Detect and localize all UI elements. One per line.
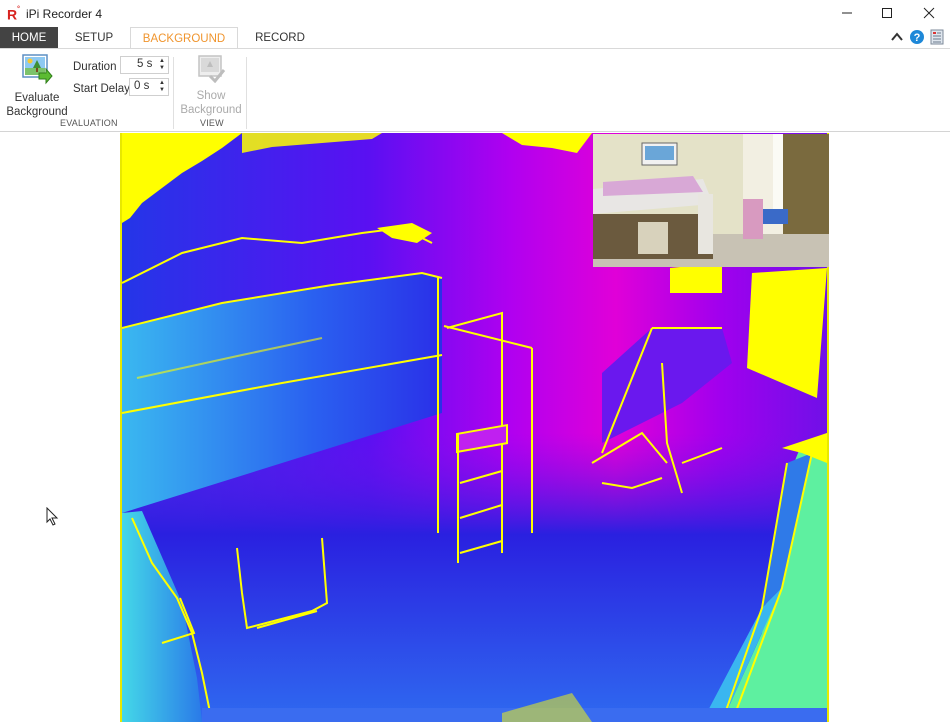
- evaluate-label-line1: Evaluate: [14, 92, 60, 104]
- evaluate-background-icon: [22, 54, 53, 85]
- arrow-cursor-icon: [46, 506, 59, 526]
- minimize-icon: [842, 12, 852, 14]
- close-icon: [923, 7, 935, 19]
- ribbon-tabs: HOME SETUP BACKGROUND RECORD ?: [0, 27, 950, 50]
- log-icon[interactable]: [930, 29, 944, 45]
- maximize-button[interactable]: [866, 0, 908, 26]
- show-label-line1: Show: [196, 90, 226, 102]
- tab-background[interactable]: BACKGROUND: [130, 27, 238, 50]
- window-title: iPi Recorder 4: [26, 7, 103, 21]
- start-delay-label: Start Delay: [73, 83, 130, 95]
- tab-home[interactable]: HOME: [0, 27, 58, 49]
- duration-value: 5 s: [137, 58, 153, 70]
- rgb-camera-preview[interactable]: [593, 134, 829, 267]
- title-bar: R° iPi Recorder 4: [0, 0, 950, 27]
- close-button[interactable]: [908, 0, 950, 26]
- duration-spin-arrows[interactable]: ▲ ▼: [158, 58, 166, 72]
- show-label-line2: Background: [180, 104, 242, 116]
- start-delay-spin-arrows[interactable]: ▲ ▼: [158, 80, 166, 94]
- evaluate-label-line2: Background: [6, 106, 68, 118]
- mouse-cursor: [46, 506, 60, 530]
- tab-setup[interactable]: SETUP: [64, 27, 124, 49]
- app-logo-icon: R°: [7, 6, 20, 23]
- start-delay-value: 0 s: [134, 80, 150, 92]
- group-separator-2: [246, 57, 247, 129]
- maximize-icon: [882, 8, 892, 18]
- rgb-preview-image: [593, 134, 829, 267]
- minimize-button[interactable]: [826, 0, 868, 26]
- help-icon[interactable]: ?: [909, 29, 925, 45]
- evaluate-background-button[interactable]: Evaluate Background: [6, 53, 68, 119]
- collapse-ribbon-icon[interactable]: [890, 30, 904, 44]
- view-group-label: VIEW: [200, 118, 224, 128]
- svg-text:?: ?: [914, 32, 921, 44]
- evaluation-group-label: EVALUATION: [60, 118, 118, 128]
- ribbon-panel: Evaluate Background Duration 5 s ▲ ▼ Star…: [0, 48, 950, 132]
- duration-label: Duration: [73, 61, 117, 73]
- start-delay-spinner[interactable]: 0 s ▲ ▼: [129, 78, 169, 96]
- show-background-button[interactable]: Show Background: [178, 53, 244, 117]
- show-background-icon: [198, 55, 226, 84]
- camera-viewport[interactable]: [0, 133, 950, 722]
- tab-record[interactable]: RECORD: [246, 27, 314, 49]
- duration-spinner[interactable]: 5 s ▲ ▼: [120, 56, 169, 74]
- group-separator: [173, 57, 174, 129]
